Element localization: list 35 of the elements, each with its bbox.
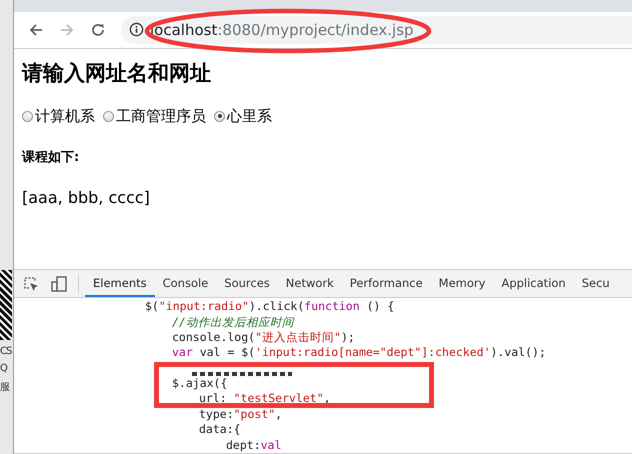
desktop-text: Q [0, 363, 8, 374]
devtools-tab[interactable]: Application [493, 270, 574, 298]
radio-option[interactable]: 工商管理序员 [103, 106, 206, 126]
devtools-tab[interactable]: Elements [85, 270, 155, 298]
devtools-tab[interactable]: Sources [216, 270, 278, 298]
courses-text: [aaa, bbb, cccc] [22, 188, 151, 207]
courses-label: 课程如下: [22, 148, 80, 166]
page-heading: 请输入网址名和网址 [22, 60, 212, 87]
inspect-icon[interactable] [22, 274, 40, 293]
code-line: var val = $('input:radio[name="dept"]:checked').val(); [172, 345, 546, 360]
back-icon[interactable] [28, 22, 44, 38]
reload-icon[interactable] [90, 22, 106, 38]
radio-button[interactable] [22, 110, 33, 122]
devtools-tab[interactable]: Memory [430, 270, 494, 298]
code-line: $("input:radio").click(function () { [145, 299, 394, 314]
address-bar[interactable]: localhost:8080/myproject/index.jsp [121, 16, 632, 44]
code-line: data:{ [199, 422, 241, 436]
devtools-tab[interactable]: Performance [342, 270, 431, 298]
radio-option[interactable]: 心里系 [214, 106, 272, 126]
radio-button[interactable] [103, 110, 114, 122]
code-line: dept:val [226, 438, 282, 452]
radio-option[interactable]: 计算机系 [22, 106, 95, 126]
code-line: $.ajax({ [172, 376, 228, 390]
device-toggle-icon[interactable] [50, 274, 68, 293]
desktop-text: 服 [0, 381, 10, 394]
radio-button[interactable] [214, 110, 225, 122]
desktop-text: CS [0, 346, 13, 357]
code-line: //动作出发后相应时间 [172, 314, 294, 328]
info-icon[interactable] [129, 22, 144, 38]
url-text: localhost:8080/myproject/index.jsp [150, 20, 414, 39]
devtools-tab[interactable]: Network [278, 270, 342, 298]
code-line: console.log("进入点击时间"); [172, 330, 355, 344]
code-line: type:"post", [199, 406, 282, 421]
devtools-tab[interactable]: Console [154, 270, 216, 298]
devtools-tab[interactable]: Secu [574, 270, 618, 298]
